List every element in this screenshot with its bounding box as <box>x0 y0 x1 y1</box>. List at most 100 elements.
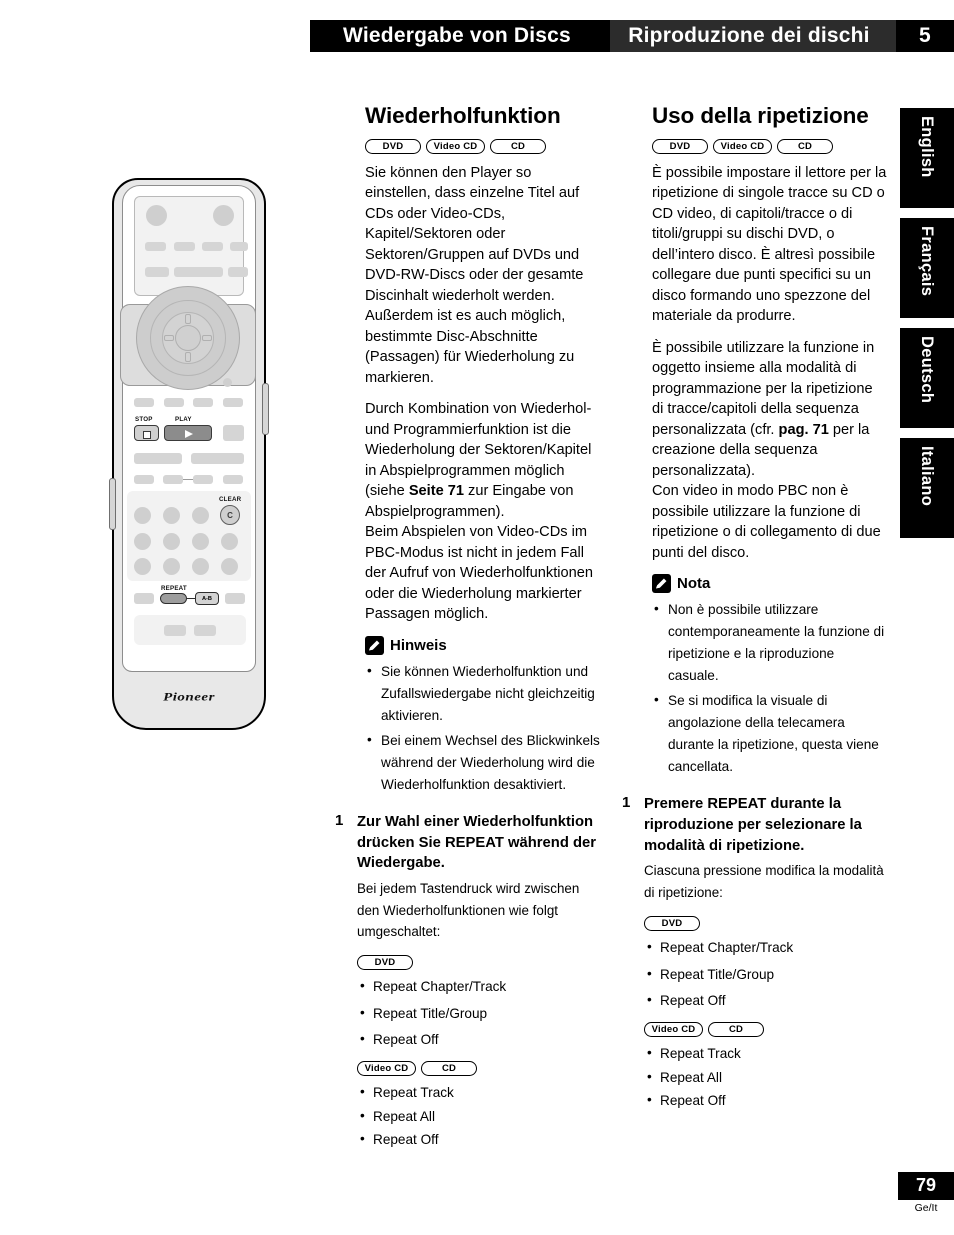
italian-cd-badge-group: Video CD CD <box>644 1021 887 1037</box>
remote-row-button-3[interactable] <box>193 398 213 407</box>
remote-function-button-2[interactable] <box>174 242 195 251</box>
remote-bottom-row-button-2[interactable] <box>194 625 216 636</box>
language-tab-deutsch[interactable]: Deutsch <box>900 328 954 428</box>
italian-paragraph-1: È possibile impostare il lettore per la … <box>652 164 887 325</box>
italian-step-1: 1 Premere REPEAT durante la riproduzione… <box>622 794 887 1122</box>
remote-dpad-right-icon[interactable] <box>202 335 212 341</box>
language-tab-strip: English Français Deutsch Italiano <box>900 108 954 548</box>
remote-bottom-button-right[interactable] <box>225 593 245 604</box>
remote-key-4[interactable] <box>134 533 151 550</box>
list-item: Repeat Title/Group <box>644 965 887 984</box>
german-step-1: 1 Zur Wahl einer Wiederholfunktion drück… <box>335 812 600 1161</box>
remote-key-3[interactable] <box>192 507 209 524</box>
badge-cd: CD <box>708 1021 764 1037</box>
list-item: Repeat Track <box>644 1044 887 1063</box>
remote-dpad-up-icon[interactable] <box>185 314 191 324</box>
german-disc-badges: DVD Video CD CD <box>365 138 600 154</box>
italian-step-1-subtext: Ciascuna pressione modifica la modalità … <box>644 863 884 901</box>
german-note-title: Hinweis <box>390 636 447 654</box>
page-number: 79 <box>898 1172 954 1200</box>
stop-square-icon <box>143 430 151 439</box>
language-tab-francais-label: Français <box>918 226 936 297</box>
remote-function-button-4[interactable] <box>230 242 248 251</box>
italian-paragraph-3: Con video in modo PBC non è possibile ut… <box>652 483 881 561</box>
remote-power-button[interactable] <box>146 205 167 226</box>
remote-function-button-6[interactable] <box>174 267 223 277</box>
remote-clear-button[interactable]: C <box>220 505 240 525</box>
remote-open-close-button[interactable] <box>213 205 234 226</box>
italian-disc-badges: DVD Video CD CD <box>652 138 887 154</box>
remote-bottom-panel <box>134 615 246 645</box>
remote-play-button[interactable] <box>164 425 212 441</box>
german-paragraph-1: Sie können den Player so einstellen, das… <box>365 164 584 386</box>
remote-row-button-1[interactable] <box>134 398 154 407</box>
language-tab-english[interactable]: English <box>900 108 954 208</box>
remote-scan-button-4[interactable] <box>223 475 243 484</box>
remote-key-enter[interactable] <box>221 558 238 575</box>
remote-key-8[interactable] <box>134 558 151 575</box>
pencil-note-icon <box>365 635 384 655</box>
german-dvd-badge-group: DVD <box>357 955 600 971</box>
italian-note-header: Nota <box>652 574 887 594</box>
badge-video-cd: Video CD <box>357 1061 416 1077</box>
remote-stop-button[interactable] <box>134 425 159 441</box>
remote-function-button-3[interactable] <box>202 242 223 251</box>
remote-key-1[interactable] <box>134 507 151 524</box>
remote-key-6[interactable] <box>192 533 209 550</box>
german-note-header: Hinweis <box>365 635 600 655</box>
italian-paragraph-2: È possibile utilizzare la funzione in og… <box>652 338 887 482</box>
german-step-1-subtext: Bei jedem Tastendruck wird zwischen den … <box>357 880 580 940</box>
remote-clear-label: CLEAR <box>219 496 242 503</box>
german-paragraph-2: Durch Kombination von Wiederhol- und Pro… <box>365 399 600 522</box>
remote-function-button-1[interactable] <box>145 242 166 251</box>
badge-cd: CD <box>421 1061 477 1077</box>
remote-function-button-7[interactable] <box>228 267 248 277</box>
remote-bottom-row-button-1[interactable] <box>164 625 186 636</box>
german-cd-badge-group: Video CD CD <box>357 1061 600 1077</box>
list-item: Non è possibile utilizzare contemporanea… <box>652 598 887 687</box>
list-item: Repeat Chapter/Track <box>644 938 887 957</box>
remote-bottom-button-left[interactable] <box>134 593 154 604</box>
page-language-code: Ge/It <box>914 1202 938 1214</box>
german-note-list: Sie können Wiederholfunktion und Zufalls… <box>365 660 600 796</box>
clear-c-glyph: C <box>227 510 233 520</box>
list-item: Bei einem Wechsel des Blickwinkels währe… <box>365 729 600 796</box>
remote-row-button-4[interactable] <box>223 398 243 407</box>
language-tab-italiano[interactable]: Italiano <box>900 438 954 538</box>
italian-note-title: Nota <box>677 575 711 593</box>
italian-cd-mode-list: Repeat Track Repeat All Repeat Off <box>644 1044 887 1110</box>
remote-key-9[interactable] <box>163 558 180 575</box>
remote-dpad-left-icon[interactable] <box>164 335 174 341</box>
remote-scan-button-1[interactable] <box>134 475 154 484</box>
remote-play-label: PLAY <box>175 416 192 423</box>
remote-wide-button-right[interactable] <box>191 453 244 464</box>
language-tab-english-label: English <box>918 116 936 178</box>
german-cd-mode-list: Repeat Track Repeat All Repeat Off <box>357 1083 600 1149</box>
remote-scan-button-3[interactable] <box>193 475 213 484</box>
remote-wide-button-left[interactable] <box>134 453 182 464</box>
remote-repeat-button[interactable] <box>160 593 187 604</box>
remote-row-button-2[interactable] <box>164 398 184 407</box>
german-step-1-number: 1 <box>335 811 344 829</box>
badge-dvd: DVD <box>365 138 421 154</box>
remote-side-nub-right <box>262 383 269 435</box>
remote-key-0[interactable] <box>192 558 209 575</box>
italian-dvd-badge-group: DVD <box>644 915 887 931</box>
remote-key-7[interactable] <box>221 533 238 550</box>
remote-key-5[interactable] <box>163 533 180 550</box>
list-item: Repeat All <box>357 1107 600 1126</box>
language-tab-francais[interactable]: Français <box>900 218 954 318</box>
list-item: Repeat Chapter/Track <box>357 977 600 996</box>
german-column: Wiederholfunktion DVD Video CD CD Sie kö… <box>335 103 600 1161</box>
remote-scan-button-2[interactable] <box>163 475 183 484</box>
remote-enter-button[interactable] <box>175 325 201 351</box>
remote-pause-button[interactable] <box>223 425 244 441</box>
badge-video-cd: Video CD <box>713 138 772 154</box>
remote-function-button-5[interactable] <box>145 267 169 277</box>
badge-dvd: DVD <box>644 915 700 931</box>
remote-repeat-label: REPEAT <box>161 585 187 592</box>
remote-dpad-down-icon[interactable] <box>185 352 191 362</box>
remote-ab-button[interactable]: A-B <box>195 592 219 605</box>
remote-key-2[interactable] <box>163 507 180 524</box>
remote-repeat-ab-link <box>187 598 195 600</box>
